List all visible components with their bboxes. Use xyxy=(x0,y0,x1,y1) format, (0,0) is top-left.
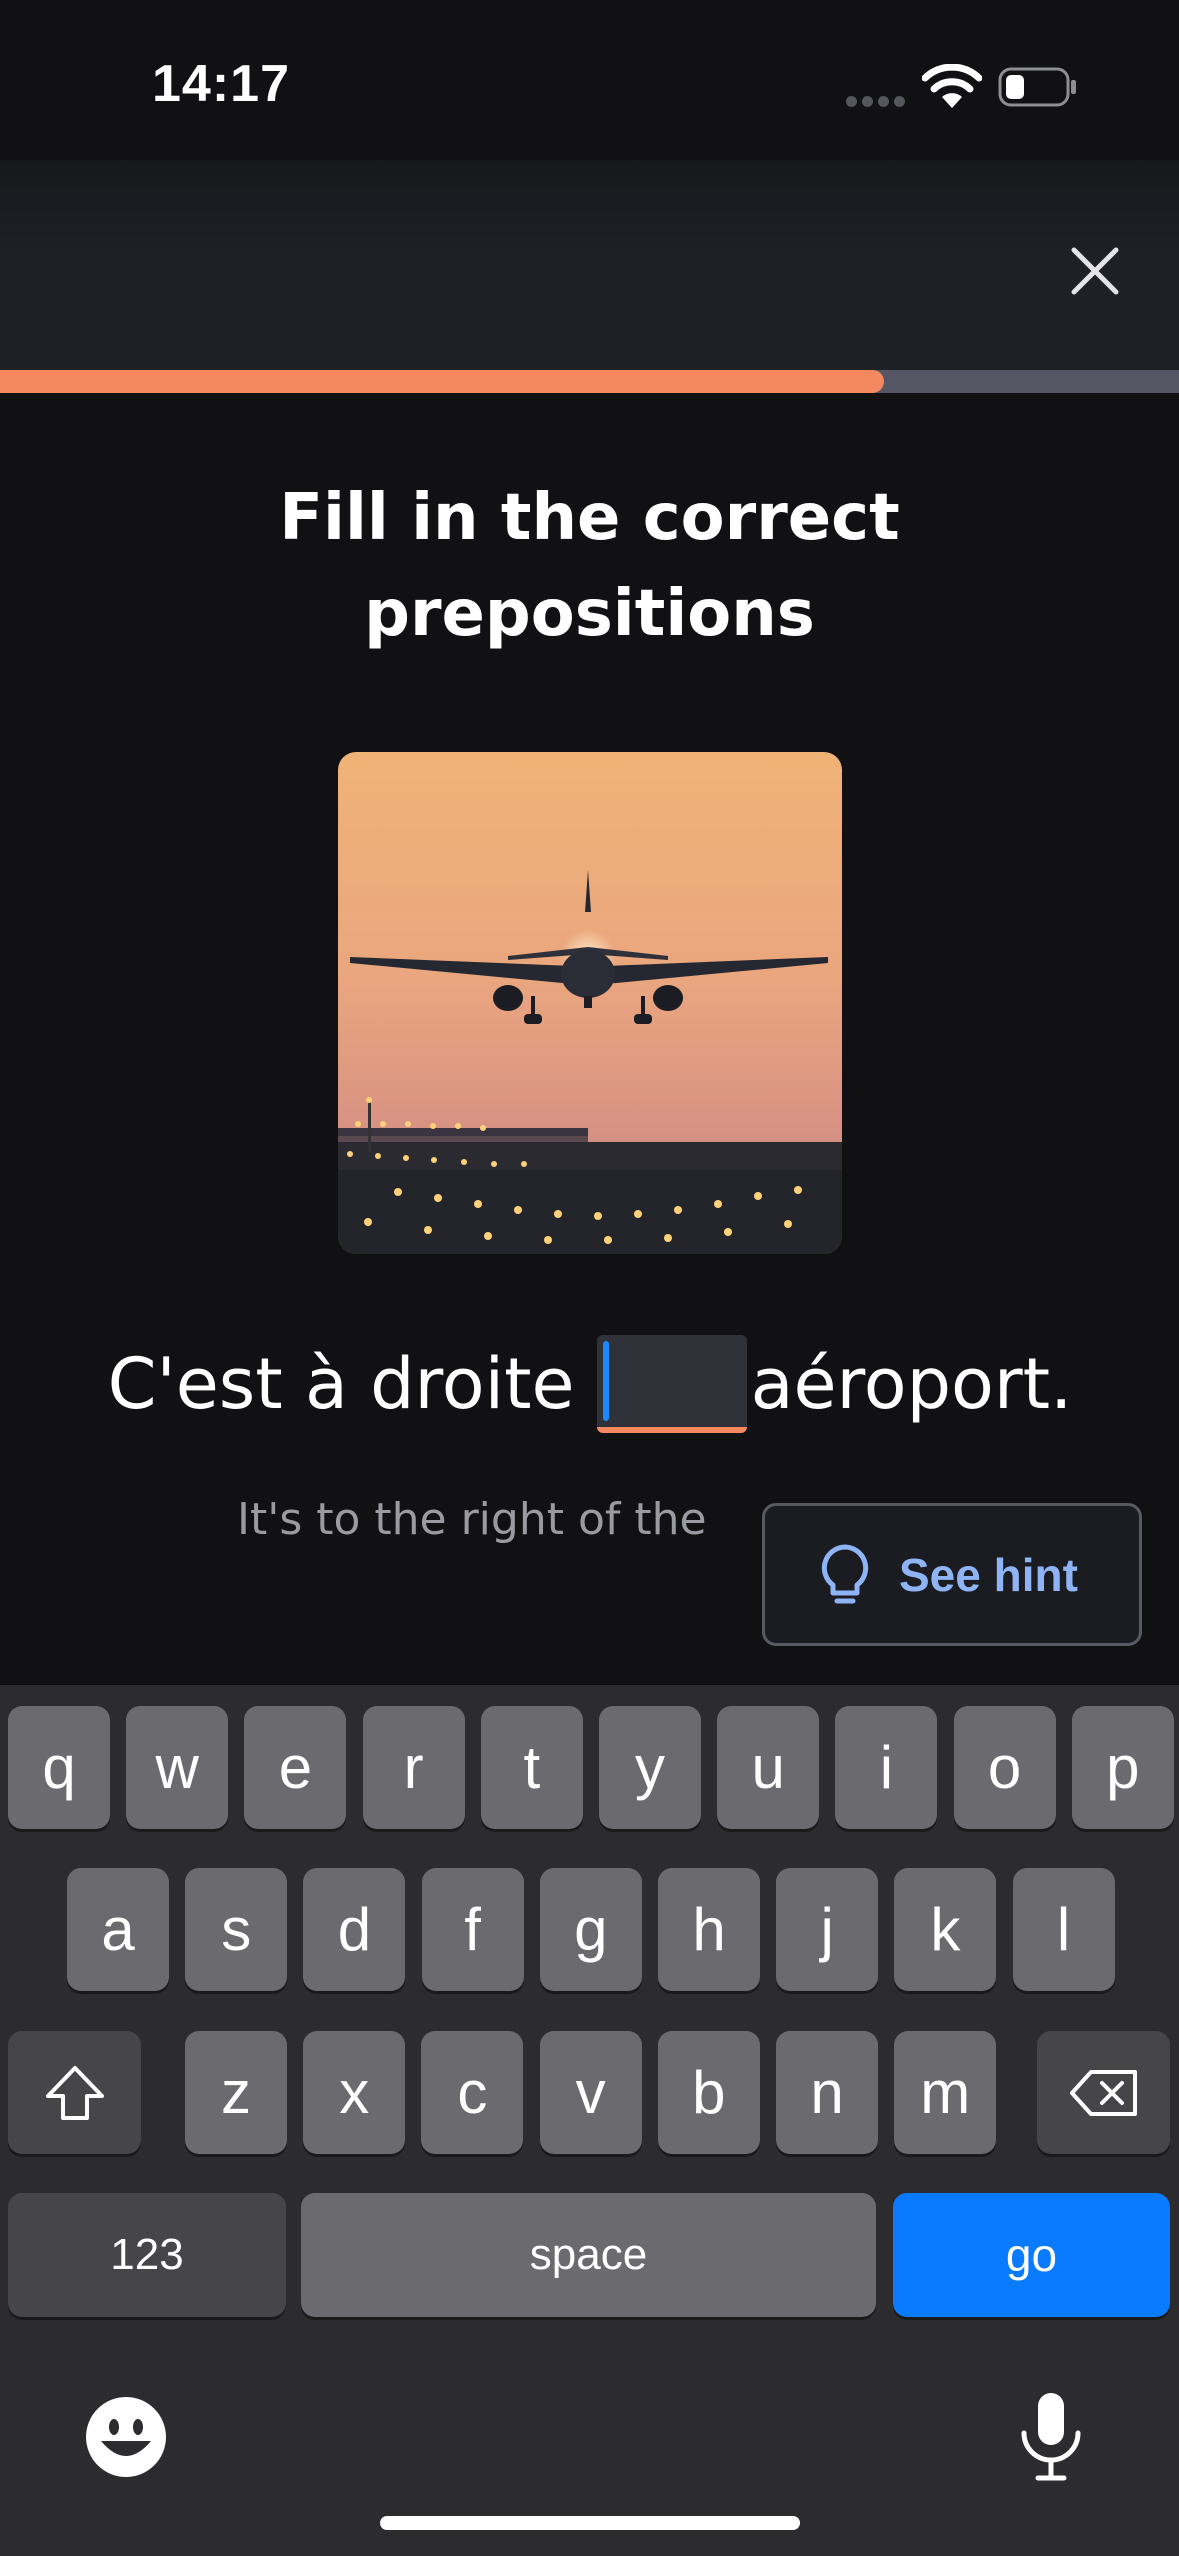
go-key[interactable]: go xyxy=(893,2193,1170,2317)
exercise-header xyxy=(0,160,1179,370)
delete-key[interactable] xyxy=(1037,2031,1170,2154)
sentence-after: aéroport. xyxy=(750,1343,1073,1425)
text-cursor xyxy=(602,1341,609,1421)
status-bar: 14:17 xyxy=(0,0,1179,160)
microphone-icon[interactable] xyxy=(1016,2389,1086,2483)
key-m[interactable]: m xyxy=(894,2031,997,2154)
exercise-sentence: C'est à droite aéroport. xyxy=(60,1334,1120,1434)
exercise-title: Fill in the correct prepositions xyxy=(279,481,900,651)
close-icon xyxy=(1071,247,1119,295)
sentence-translation: It's to the right of the xyxy=(237,1494,707,1545)
key-d[interactable]: d xyxy=(303,1868,406,1991)
key-v[interactable]: v xyxy=(539,2031,642,2154)
key-b[interactable]: b xyxy=(657,2031,760,2154)
lightbulb-icon xyxy=(821,1544,869,1603)
shift-icon xyxy=(45,2065,104,2120)
on-screen-keyboard: qwertyuiop asdfghjkl zxcvbnm 123 space go xyxy=(0,1685,1179,2556)
key-o[interactable]: o xyxy=(953,1706,1056,1829)
key-s[interactable]: s xyxy=(185,1868,288,1991)
progress-fill xyxy=(0,370,885,393)
key-y[interactable]: y xyxy=(599,1706,701,1829)
key-h[interactable]: h xyxy=(658,1868,760,1991)
see-hint-button[interactable]: See hint xyxy=(762,1503,1142,1646)
key-g[interactable]: g xyxy=(539,1868,642,1991)
key-e[interactable]: e xyxy=(244,1706,347,1829)
shift-key[interactable] xyxy=(8,2031,141,2154)
close-button[interactable] xyxy=(1060,236,1130,306)
sentence-before: C'est à droite xyxy=(107,1343,575,1425)
key-u[interactable]: u xyxy=(717,1706,820,1829)
key-p[interactable]: p xyxy=(1071,1706,1174,1829)
key-n[interactable]: n xyxy=(776,2031,878,2154)
key-x[interactable]: x xyxy=(303,2031,406,2154)
wifi-icon xyxy=(922,64,982,108)
battery-icon xyxy=(998,67,1076,107)
status-time: 14:17 xyxy=(152,55,290,113)
key-f[interactable]: f xyxy=(421,1868,524,1991)
key-t[interactable]: t xyxy=(480,1706,583,1829)
exercise-image xyxy=(338,752,842,1254)
cellular-signal-icon xyxy=(846,96,906,108)
key-a[interactable]: a xyxy=(67,1868,169,1991)
delete-icon xyxy=(1069,2069,1137,2116)
key-k[interactable]: k xyxy=(894,1868,997,1991)
emoji-icon[interactable] xyxy=(84,2395,168,2479)
lesson-progress-bar xyxy=(0,370,1179,393)
see-hint-label: See hint xyxy=(899,1548,1078,1601)
key-w[interactable]: w xyxy=(126,1706,229,1829)
key-r[interactable]: r xyxy=(362,1706,465,1829)
home-indicator xyxy=(380,2516,800,2530)
key-j[interactable]: j xyxy=(776,1868,879,1991)
answer-blank-input[interactable] xyxy=(596,1335,747,1433)
key-i[interactable]: i xyxy=(835,1706,938,1829)
numbers-key[interactable]: 123 xyxy=(8,2193,286,2317)
space-key[interactable]: space xyxy=(301,2193,876,2317)
key-z[interactable]: z xyxy=(185,2031,287,2154)
key-l[interactable]: l xyxy=(1012,1868,1115,1991)
key-q[interactable]: q xyxy=(8,1706,110,1829)
key-c[interactable]: c xyxy=(421,2031,524,2154)
